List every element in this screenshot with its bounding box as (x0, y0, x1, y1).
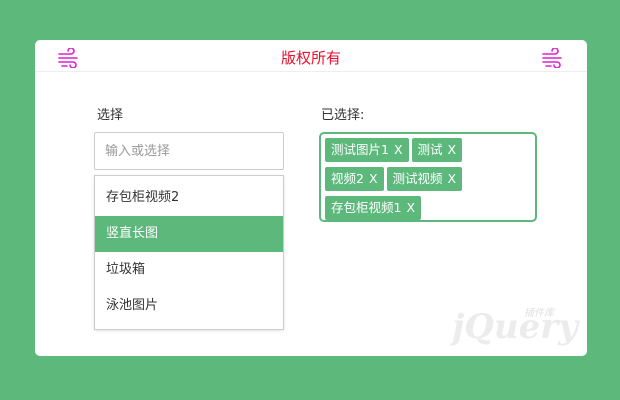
tag-remove-button[interactable]: X (406, 200, 415, 215)
selected-tag: 测试 X (411, 138, 463, 162)
jquery-watermark-logo: jQuery 插件库 (450, 307, 580, 346)
selected-tag: 测试图片1 X (325, 138, 409, 162)
tag-remove-button[interactable]: X (394, 142, 403, 157)
tag-label: 测试视频 (392, 171, 443, 186)
tag-remove-button[interactable]: X (448, 171, 457, 186)
dropdown-option[interactable]: 存包柜视频2 (95, 180, 283, 216)
dropdown-option-active[interactable]: 竖直长图 (95, 216, 283, 252)
options-dropdown: 存包柜视频2 竖直长图 垃圾箱 泳池图片 (94, 175, 284, 330)
page-title: 版权所有 (280, 49, 341, 67)
selected-tag: 视频2 X (325, 167, 384, 191)
selected-tag: 存包柜视频1 X (325, 196, 422, 220)
header: 版权所有 (35, 40, 587, 72)
dropdown-option[interactable]: 泳池图片 (95, 288, 283, 324)
tag-remove-button[interactable]: X (448, 142, 457, 157)
wind-icon (542, 48, 562, 68)
tag-remove-button[interactable]: X (369, 171, 378, 186)
main-card: 版权所有 选择 已选择: 存包柜视频2 竖直长图 垃圾箱 泳池图片 测试图片1 X… (35, 40, 587, 356)
tag-label: 视频2 (331, 171, 364, 186)
selected-tags-box: 测试图片1 X 测试 X 视频2 X 测试视频 X 存包柜视频1 X (319, 132, 537, 222)
select-label: 选择 (97, 108, 124, 123)
watermark-brand-text: jQuery (450, 307, 580, 346)
watermark-sub-text: 插件库 (524, 307, 556, 319)
selected-tag: 测试视频 X (386, 167, 463, 191)
search-input[interactable] (94, 132, 284, 170)
selected-label: 已选择: (321, 108, 365, 123)
dropdown-option[interactable]: 垃圾箱 (95, 252, 283, 288)
tag-label: 测试图片1 (331, 142, 389, 157)
tag-label: 存包柜视频1 (331, 200, 402, 215)
tag-label: 测试 (417, 142, 443, 157)
